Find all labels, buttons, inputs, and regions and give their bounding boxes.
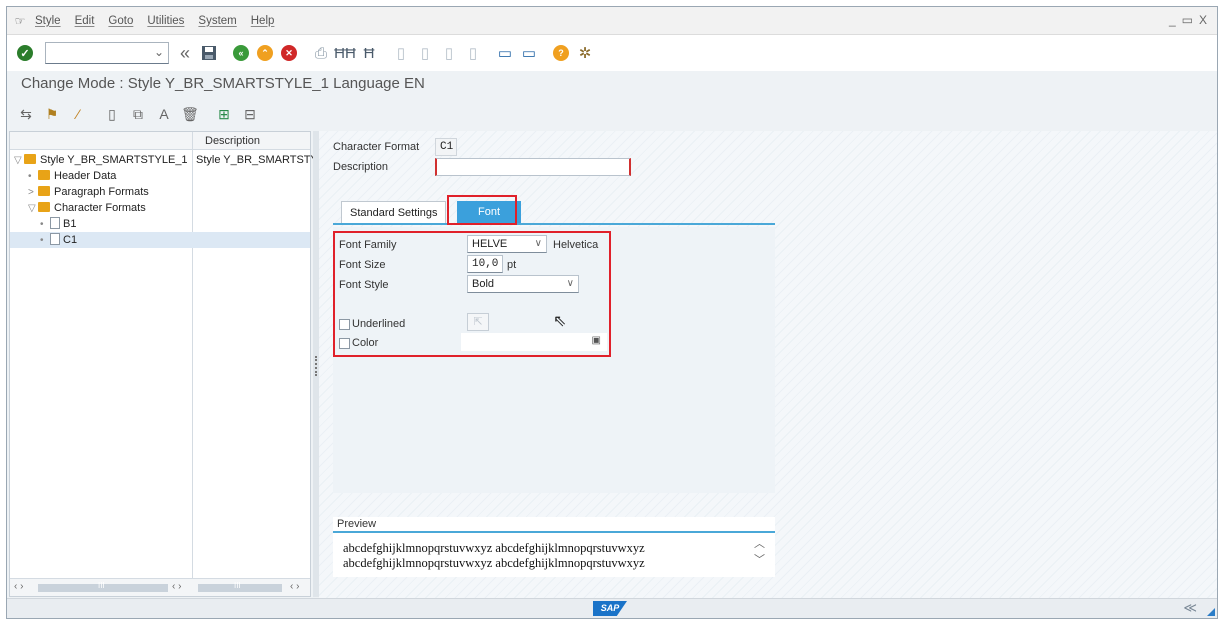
- description-input[interactable]: [435, 158, 631, 176]
- resize-corner-icon: [1207, 608, 1215, 616]
- collapse-toggle-icon[interactable]: ▽: [28, 201, 38, 217]
- tree-node-paragraph-formats[interactable]: > Paragraph Formats: [28, 184, 149, 200]
- next-page-icon[interactable]: ▯: [439, 43, 459, 63]
- character-format-field: C1: [435, 138, 457, 156]
- scroll-grip-icon: III: [98, 581, 105, 590]
- document-icon: [50, 217, 60, 230]
- highlight-box-tab: [447, 195, 517, 225]
- tree-node-label: B1: [63, 218, 77, 230]
- leaf-bullet-icon: •: [28, 171, 32, 182]
- style-tree: Description ▽ Style Y_BR_SMARTSTYLE_1 Sty…: [9, 131, 318, 597]
- minimize-button[interactable]: _: [1169, 13, 1176, 27]
- tree-node-style[interactable]: ▽ Style Y_BR_SMARTSTYLE_1: [14, 152, 188, 168]
- preview-line-2: abcdefghijklmnopqrstuvwxyz abcdefghijklm…: [343, 556, 645, 570]
- menu-help[interactable]: Help: [251, 15, 275, 27]
- tree-node-label: Character Formats: [54, 202, 146, 214]
- character-format-label: Character Format: [333, 141, 420, 153]
- status-bar: SAP ≪: [7, 598, 1217, 618]
- delete-icon[interactable]: 🗑: [181, 105, 199, 123]
- folder-icon: [24, 154, 36, 165]
- collapse-toggle-icon[interactable]: ▽: [14, 153, 24, 169]
- previous-page-icon[interactable]: ▯: [415, 43, 435, 63]
- preview-header: Preview: [333, 517, 775, 533]
- scroll-up-icon[interactable]: ︿: [754, 535, 765, 551]
- tree-node-character-formats[interactable]: ▽ Character Formats: [28, 200, 146, 216]
- expand-status-icon[interactable]: ≪: [1183, 600, 1197, 616]
- preview-line-1: abcdefghijklmnopqrstuvwxyz abcdefghijklm…: [343, 541, 645, 555]
- menu-goto[interactable]: Goto: [108, 15, 133, 27]
- find-next-icon[interactable]: Ħ: [359, 43, 379, 63]
- create-icon[interactable]: ▯: [103, 105, 121, 123]
- settings-gear-icon[interactable]: ✲: [575, 43, 595, 63]
- tab-standard-settings[interactable]: Standard Settings: [341, 201, 447, 223]
- display-change-icon[interactable]: ⇆: [17, 105, 35, 123]
- tree-scrollbar[interactable]: ‹ › III ‹ › III ‹ ›: [10, 578, 310, 596]
- command-field[interactable]: ⌄: [45, 42, 169, 64]
- help-icon[interactable]: ?: [551, 43, 571, 63]
- tree-node-header-data[interactable]: • Header Data: [28, 168, 116, 184]
- expand-toggle-icon[interactable]: >: [28, 185, 38, 201]
- tree-node-label: Style Y_BR_SMARTSTYLE_1: [40, 154, 188, 166]
- scroll-arrows-icon[interactable]: ‹ ›: [14, 581, 23, 592]
- menu-edit[interactable]: Edit: [75, 15, 95, 27]
- page-title: Change Mode : Style Y_BR_SMARTSTYLE_1 La…: [21, 75, 425, 92]
- tree-header: Description: [10, 132, 310, 150]
- scroll-down-icon[interactable]: ﹀: [754, 551, 765, 567]
- menu-style[interactable]: Style: [35, 15, 61, 27]
- folder-icon: [38, 170, 50, 181]
- scroll-arrows-icon[interactable]: ‹ ›: [290, 581, 299, 592]
- tree-node-c1[interactable]: • C1: [10, 232, 310, 248]
- application-toolbar: ⇆ ⚑ ⁄ ▯ ⧉ A 🗑 ⊞ ⊟: [17, 103, 259, 125]
- tree-column-description[interactable]: Description: [192, 132, 260, 150]
- menu-icon[interactable]: ☞: [13, 14, 27, 28]
- maximize-button[interactable]: ▭: [1182, 13, 1193, 27]
- close-button[interactable]: X: [1199, 13, 1207, 27]
- tree-node-label: Header Data: [54, 170, 117, 182]
- scroll-arrows-icon[interactable]: ‹ ›: [172, 581, 181, 592]
- collapse-icon[interactable]: ⊟: [241, 105, 259, 123]
- menu-system[interactable]: System: [198, 15, 236, 27]
- system-toolbar: ✓ ⌄ « « ⌃ ✕ ⎙ ĦĦ Ħ ▯ ▯ ▯ ▯ ▭ ▭ ? ✲: [7, 35, 1217, 71]
- folder-icon: [38, 186, 50, 197]
- tree-node-description: Style Y_BR_SMARTSTY: [196, 154, 318, 166]
- tree-node-label: C1: [63, 234, 78, 246]
- last-page-icon[interactable]: ▯: [463, 43, 483, 63]
- save-icon[interactable]: [199, 43, 219, 63]
- shortcut-icon[interactable]: ▭: [519, 43, 539, 63]
- activate-icon[interactable]: ⚑: [43, 105, 61, 123]
- first-page-icon[interactable]: ▯: [391, 43, 411, 63]
- sap-window: ☞ Style Edit Goto Utilities System Help …: [6, 6, 1218, 619]
- leaf-bullet-icon: •: [40, 219, 44, 230]
- tree-node-b1[interactable]: • B1: [40, 216, 76, 232]
- highlight-box-font-settings: [333, 231, 611, 357]
- folder-icon: [38, 202, 50, 213]
- chevron-down-icon[interactable]: ⌄: [154, 45, 164, 59]
- sap-logo: SAP: [593, 601, 627, 616]
- cancel-icon[interactable]: ✕: [279, 43, 299, 63]
- document-icon: [50, 233, 60, 246]
- exit-icon[interactable]: ⌃: [255, 43, 275, 63]
- history-back-icon[interactable]: «: [175, 43, 195, 63]
- tree-node-label: Paragraph Formats: [54, 186, 149, 198]
- scroll-grip-icon: III: [234, 581, 241, 590]
- expand-icon[interactable]: ⊞: [215, 105, 233, 123]
- back-icon[interactable]: «: [231, 43, 251, 63]
- preview-box: Preview abcdefghijklmnopqrstuvwxyz abcde…: [333, 517, 775, 577]
- find-icon[interactable]: ĦĦ: [334, 43, 356, 63]
- print-icon[interactable]: ⎙: [311, 43, 331, 63]
- description-label: Description: [333, 161, 389, 173]
- detail-panel: Character Format C1 Description Standard…: [319, 131, 1217, 601]
- leaf-bullet-icon: •: [40, 235, 44, 246]
- new-session-icon[interactable]: ▭: [495, 43, 515, 63]
- enter-icon[interactable]: ✓: [17, 45, 33, 61]
- copy-icon[interactable]: ⧉: [129, 105, 147, 123]
- rename-icon[interactable]: A: [155, 105, 173, 123]
- menu-bar: ☞ Style Edit Goto Utilities System Help …: [7, 7, 1217, 35]
- check-wand-icon[interactable]: ⁄: [69, 105, 87, 123]
- tab-strip: Standard Settings Font: [333, 199, 775, 225]
- menu-utilities[interactable]: Utilities: [147, 15, 184, 27]
